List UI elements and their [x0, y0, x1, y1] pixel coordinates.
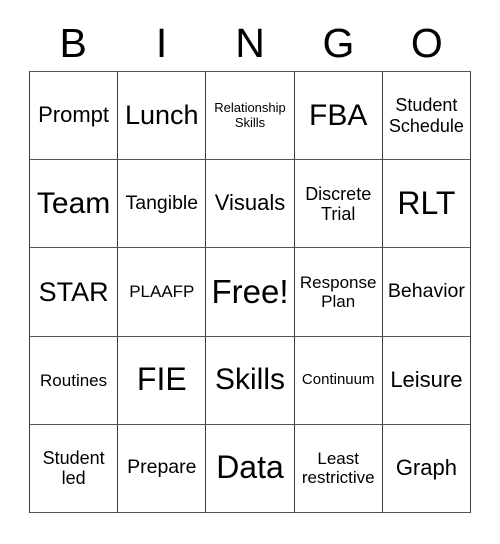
bingo-cell-o2[interactable]: RLT: [382, 160, 471, 249]
bingo-cell-label: Visuals: [214, 190, 286, 216]
bingo-cell-o1[interactable]: Student Schedule: [382, 72, 471, 161]
bingo-cell-label: Data: [216, 449, 284, 486]
bingo-cell-i2[interactable]: Tangible: [118, 160, 207, 249]
bingo-cell-n2[interactable]: Visuals: [206, 160, 295, 249]
bingo-cell-i5[interactable]: Prepare: [118, 424, 207, 513]
bingo-cell-o4[interactable]: Leisure: [382, 336, 471, 425]
bingo-cell-n5[interactable]: Data: [206, 424, 295, 513]
bingo-grid: Prompt Lunch Relationship Skills FBA Stu…: [29, 71, 471, 513]
bingo-cell-g4[interactable]: Continuum: [294, 336, 383, 425]
bingo-cell-label: FIE: [136, 361, 187, 398]
bingo-card: B I N G O Prompt Lunch Relationship Skil…: [0, 0, 500, 544]
bingo-cell-label: Leisure: [390, 366, 463, 392]
bingo-cell-n1[interactable]: Relationship Skills: [206, 72, 295, 161]
bingo-cell-label: RLT: [397, 184, 456, 221]
bingo-cell-b5[interactable]: Student led: [30, 424, 119, 513]
bingo-cell-label: Lunch: [125, 100, 199, 131]
bingo-cell-b3[interactable]: STAR: [30, 248, 119, 337]
bingo-cell-label: Behavior: [387, 280, 465, 303]
bingo-cell-label: FBA: [309, 98, 368, 132]
bingo-cell-o5[interactable]: Graph: [382, 424, 471, 513]
bingo-cell-label: Skills: [214, 363, 285, 397]
bingo-cell-b4[interactable]: Routines: [30, 336, 119, 425]
bingo-cell-i1[interactable]: Lunch: [118, 72, 207, 161]
bingo-header-letter-n: N: [235, 19, 265, 66]
bingo-cell-b1[interactable]: Prompt: [30, 72, 119, 161]
bingo-cell-free-space[interactable]: Free!: [206, 248, 295, 337]
bingo-cell-label: Discrete Trial: [305, 183, 372, 224]
bingo-cell-label: Student Schedule: [388, 95, 464, 136]
bingo-cell-g1[interactable]: FBA: [294, 72, 383, 161]
bingo-cell-label: Response Plan: [299, 272, 377, 311]
bingo-cell-label: Tangible: [125, 191, 199, 214]
bingo-cell-label: Student led: [42, 448, 105, 489]
bingo-cell-i3[interactable]: PLAAFP: [118, 248, 207, 337]
bingo-header-letter-o: O: [410, 19, 443, 66]
bingo-cell-i4[interactable]: FIE: [118, 336, 207, 425]
bingo-cell-label: Relationship Skills: [214, 100, 286, 130]
bingo-cell-label: Graph: [395, 455, 457, 481]
bingo-free-space-label: Free!: [211, 272, 289, 310]
bingo-cell-label: Team: [36, 186, 111, 220]
bingo-cell-label: PLAAFP: [129, 282, 195, 302]
bingo-cell-g3[interactable]: Response Plan: [294, 248, 383, 337]
bingo-cell-label: Routines: [40, 370, 108, 390]
bingo-cell-g5[interactable]: Least restrictive: [294, 424, 383, 513]
bingo-cell-label: STAR: [38, 276, 109, 307]
bingo-cell-label: Prepare: [127, 456, 197, 479]
bingo-cell-label: Prompt: [38, 102, 110, 128]
bingo-header-letter-g: G: [322, 19, 355, 66]
bingo-cell-b2[interactable]: Team: [30, 160, 119, 249]
bingo-cell-n4[interactable]: Skills: [206, 336, 295, 425]
bingo-cell-label: Least restrictive: [301, 449, 375, 488]
bingo-cell-g2[interactable]: Discrete Trial: [294, 160, 383, 249]
bingo-header-row: B I N G O: [29, 18, 471, 68]
bingo-cell-o3[interactable]: Behavior: [382, 248, 471, 337]
bingo-header-letter-b: B: [59, 19, 87, 66]
bingo-header-letter-i: I: [155, 19, 168, 66]
bingo-cell-label: Continuum: [301, 370, 375, 388]
